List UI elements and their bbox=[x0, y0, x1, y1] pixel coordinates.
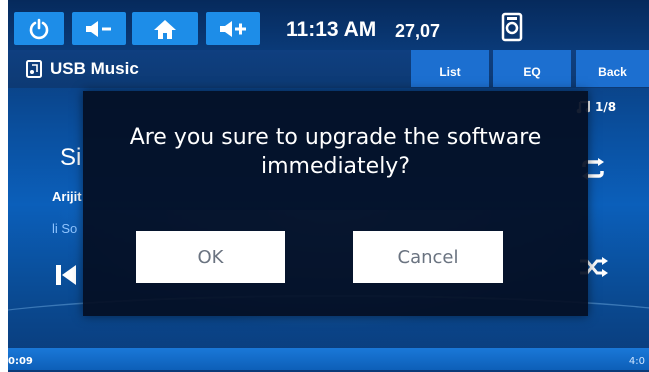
cancel-button[interactable]: Cancel bbox=[353, 231, 503, 283]
power-button[interactable] bbox=[14, 12, 64, 45]
dialog-message: Are you sure to upgrade the software imm… bbox=[129, 125, 542, 179]
previous-track-icon[interactable] bbox=[54, 262, 84, 288]
upgrade-confirm-dialog: Are you sure to upgrade the software imm… bbox=[83, 91, 588, 316]
volume-down-button[interactable] bbox=[72, 12, 126, 45]
track-artist: Arijit bbox=[52, 189, 82, 204]
ok-button[interactable]: OK bbox=[136, 231, 285, 283]
source-indicator: USB Music bbox=[26, 59, 139, 79]
volume-up-button[interactable] bbox=[206, 12, 260, 45]
source-label: USB Music bbox=[50, 59, 139, 78]
volume-up-icon bbox=[220, 20, 246, 37]
tab-eq[interactable]: EQ bbox=[493, 50, 571, 87]
media-device-icon[interactable] bbox=[500, 12, 524, 42]
track-title: Si bbox=[60, 144, 82, 171]
home-icon bbox=[154, 19, 176, 39]
track-album: li So bbox=[52, 221, 78, 236]
tab-back[interactable]: Back bbox=[576, 50, 649, 87]
tab-list[interactable]: List bbox=[411, 50, 489, 87]
music-file-icon bbox=[26, 60, 42, 78]
power-icon bbox=[29, 18, 49, 39]
elapsed-time: 0:09 bbox=[8, 356, 33, 367]
total-time: 4:0 bbox=[628, 356, 645, 367]
head-unit-screen: 11:13 AM 27,07 USB Music List EQ Back 1/… bbox=[8, 0, 649, 372]
clock: 11:13 AM bbox=[286, 18, 377, 41]
progress-bar[interactable] bbox=[8, 348, 649, 370]
home-button[interactable] bbox=[132, 12, 198, 45]
temperature-readout: 27,07 bbox=[395, 21, 441, 41]
volume-down-icon bbox=[86, 20, 111, 37]
